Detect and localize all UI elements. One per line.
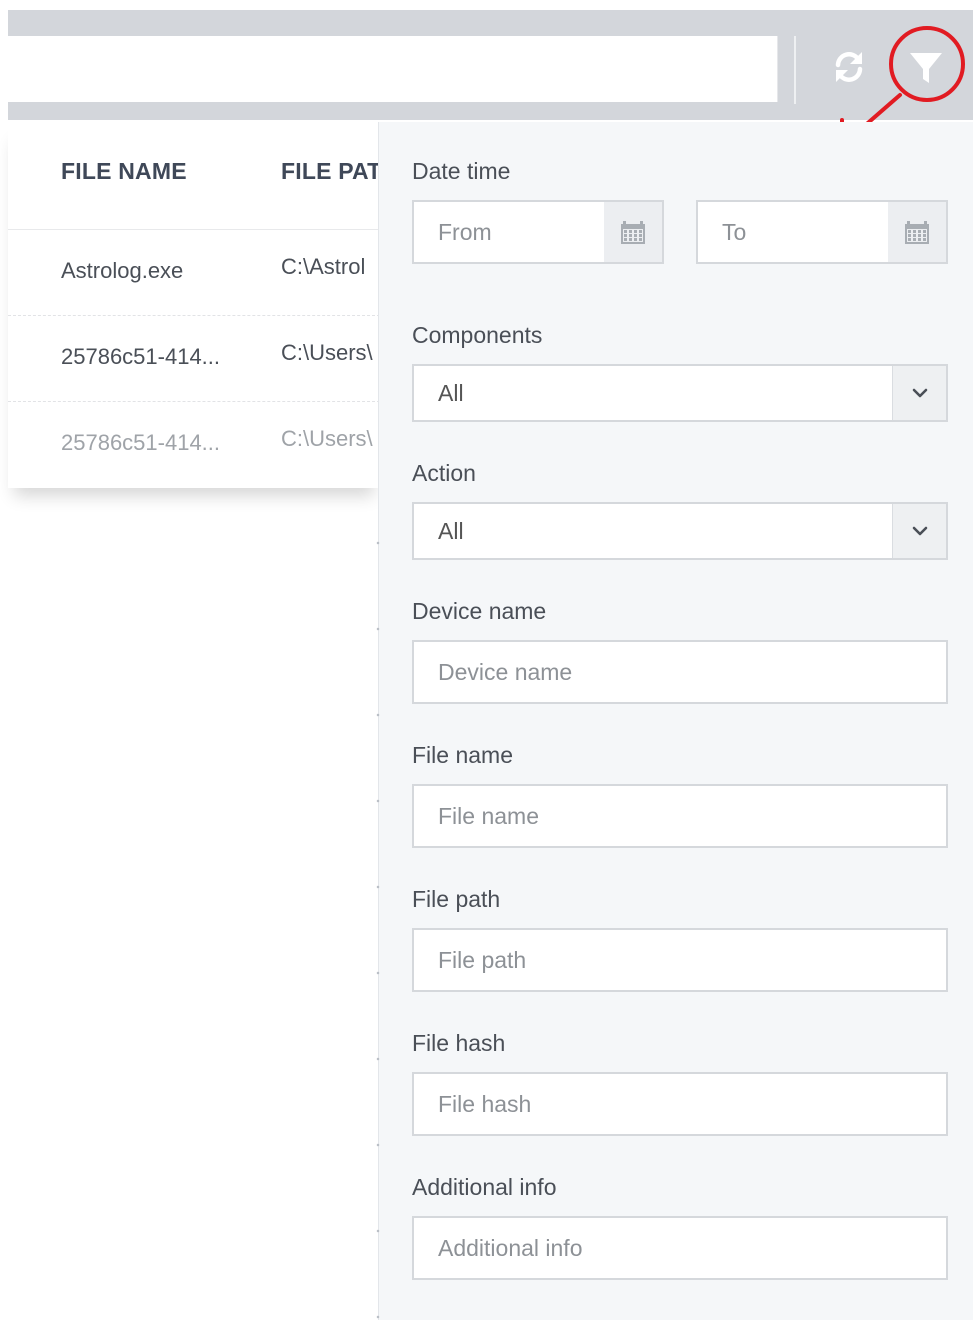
cell-file-name: Astrolog.exe [61, 258, 184, 283]
column-header-file-name[interactable]: FILE NAME [61, 158, 187, 185]
action-label: Action [412, 460, 476, 486]
date-to-input[interactable] [696, 200, 890, 264]
file-hash-input[interactable] [412, 1072, 948, 1136]
toolbar-divider [794, 36, 796, 104]
components-dropdown-toggle[interactable] [892, 366, 946, 420]
panel-edge [376, 500, 380, 1320]
device-name-input[interactable] [412, 640, 948, 704]
file-name-input[interactable] [412, 784, 948, 848]
table-row[interactable]: Astrolog.exe C:\Astrol [8, 230, 380, 316]
results-table: FILE NAME FILE PATH Astrolog.exe C:\Astr… [8, 122, 380, 488]
components-label: Components [412, 322, 543, 348]
refresh-icon [835, 52, 863, 82]
file-hash-label: File hash [412, 1030, 506, 1056]
column-header-file-path[interactable]: FILE PATH [281, 158, 380, 185]
date-from-input[interactable] [412, 200, 606, 264]
cell-file-path: C:\Users\ [281, 426, 373, 451]
action-selected-value: All [438, 518, 464, 544]
action-dropdown-toggle[interactable] [892, 504, 946, 558]
table-row[interactable]: 25786c51-414... C:\Users\ [8, 402, 380, 488]
filter-icon [910, 53, 942, 83]
action-select[interactable]: All [412, 502, 948, 560]
date-to-calendar-button[interactable] [888, 200, 948, 264]
refresh-button[interactable] [826, 44, 872, 90]
components-select[interactable]: All [412, 364, 948, 422]
filter-button[interactable] [902, 42, 950, 92]
filter-panel [378, 122, 973, 1320]
file-path-input[interactable] [412, 928, 948, 992]
cell-file-name: 25786c51-414... [61, 430, 221, 455]
additional-info-input[interactable] [412, 1216, 948, 1280]
table-header: FILE NAME FILE PATH [8, 122, 380, 230]
date-from-calendar-button[interactable] [604, 200, 664, 264]
chevron-down-icon [912, 526, 927, 536]
calendar-icon [905, 221, 929, 244]
additional-info-label: Additional info [412, 1174, 557, 1200]
device-name-label: Device name [412, 598, 547, 624]
cell-file-name: 25786c51-414... [61, 344, 221, 369]
cell-file-path: C:\Users\ [281, 340, 373, 365]
search-bar[interactable] [8, 36, 778, 102]
chevron-down-icon [912, 388, 927, 398]
cell-file-path: C:\Astrol [281, 254, 366, 279]
file-path-label: File path [412, 886, 501, 912]
components-selected-value: All [438, 380, 464, 406]
calendar-icon [621, 221, 645, 244]
date-time-label: Date time [412, 158, 511, 184]
file-name-label: File name [412, 742, 513, 768]
table-row[interactable]: 25786c51-414... C:\Users\ [8, 316, 380, 402]
